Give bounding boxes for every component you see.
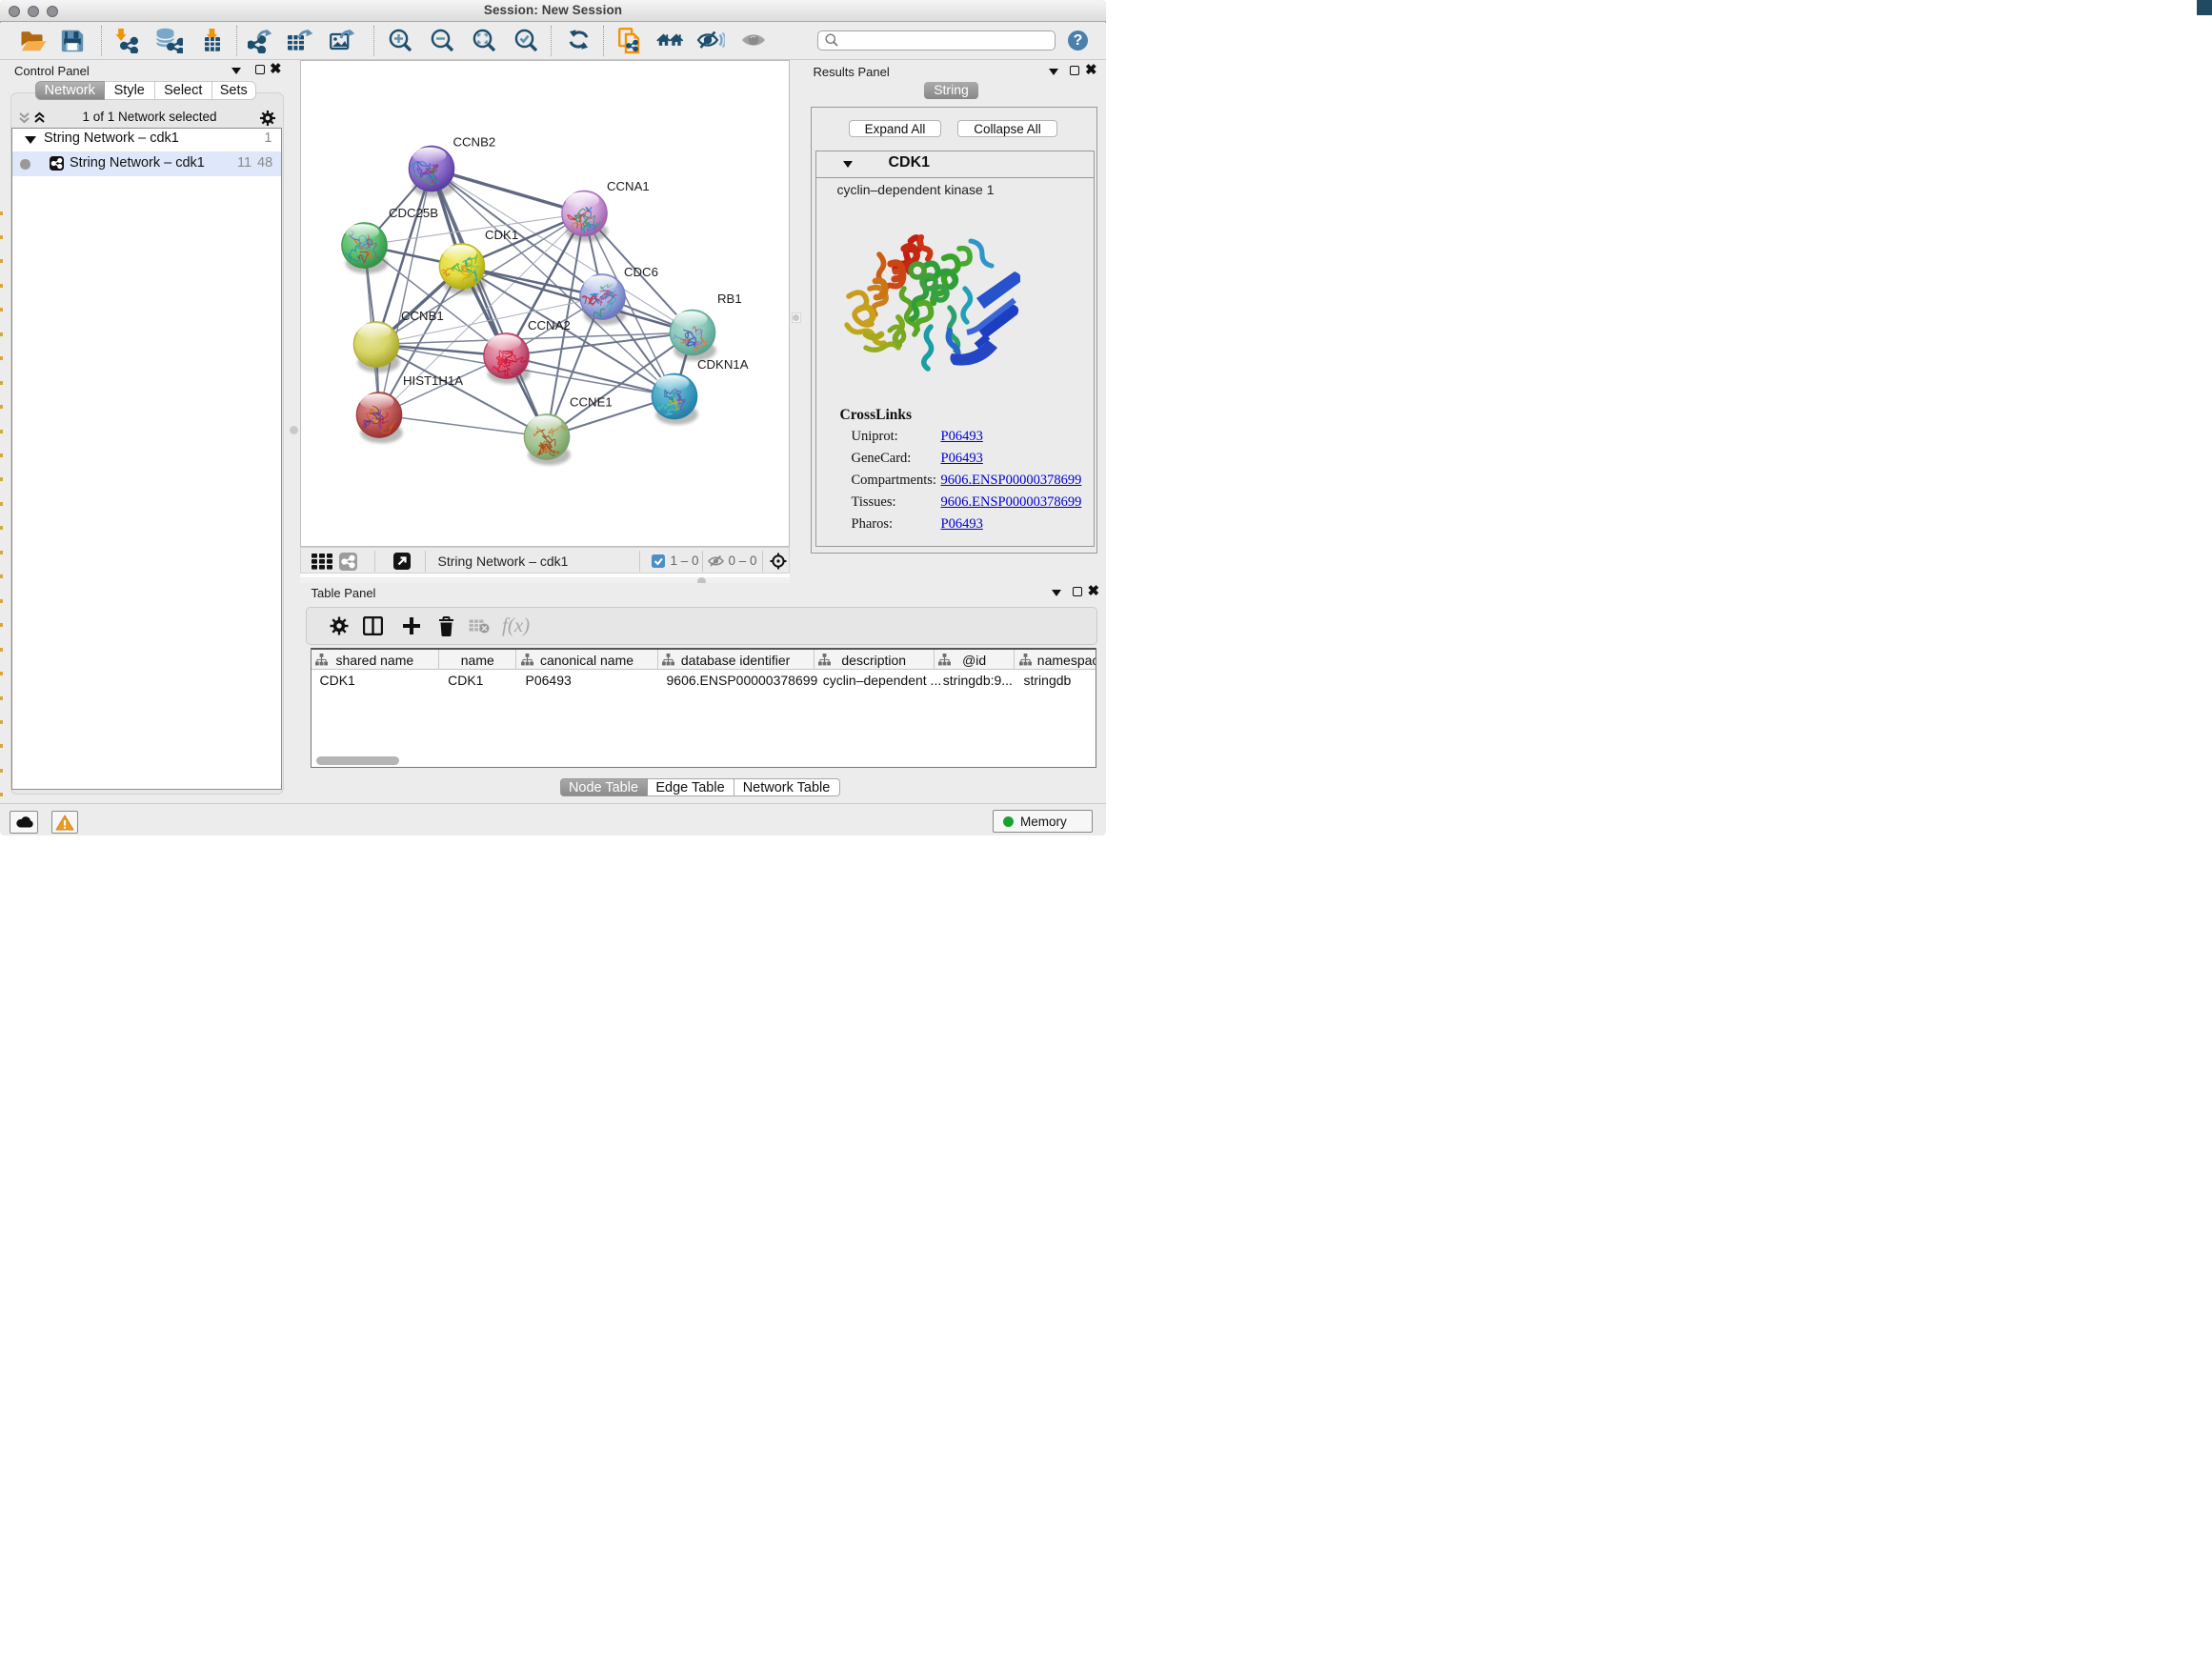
svg-text:CCNA1: CCNA1 — [607, 179, 650, 193]
svg-text:CCNE1: CCNE1 — [570, 394, 613, 409]
svg-text:CDK1: CDK1 — [485, 228, 518, 242]
svg-text:CDC25B: CDC25B — [389, 206, 438, 220]
svg-text:CCNB1: CCNB1 — [401, 309, 444, 323]
svg-text:CDKN1A: CDKN1A — [697, 357, 749, 372]
svg-text:HIST1H1A: HIST1H1A — [403, 373, 463, 388]
svg-text:CCNB2: CCNB2 — [452, 134, 495, 149]
svg-text:CCNA2: CCNA2 — [528, 318, 571, 332]
svg-text:RB1: RB1 — [717, 292, 742, 306]
svg-text:CDC6: CDC6 — [624, 265, 658, 279]
